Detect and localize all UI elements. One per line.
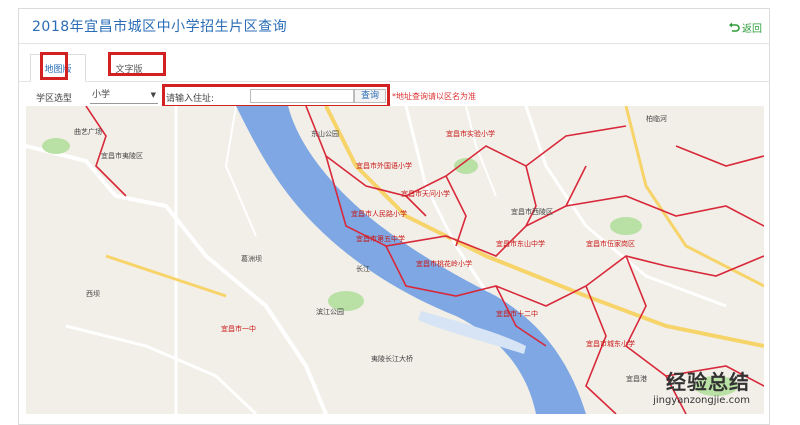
map-label: 宜昌市第五中学	[356, 234, 405, 243]
map-label: 宜昌市外国语小学	[356, 161, 412, 170]
school-stage-select[interactable]: 小学 ▼	[90, 88, 158, 104]
back-button[interactable]: 返回	[728, 20, 762, 35]
school-type-label: 学区选型	[36, 94, 73, 104]
map-label: 宜昌市伍家岗区	[586, 239, 635, 248]
map-label: 宜昌市人民路小学	[351, 209, 407, 218]
watermark: 经验总结 jingyanzongjie.com	[653, 366, 750, 406]
school-stage-value: 小学	[92, 90, 111, 100]
chevron-down-icon: ▼	[150, 91, 156, 99]
map-label: 宜昌港	[626, 374, 647, 383]
address-label: 请输入住址:	[166, 94, 215, 104]
tab-map-version[interactable]: 地图版	[30, 54, 86, 82]
map-label: 夷陵长江大桥	[371, 354, 413, 363]
district-map[interactable]: 曲艺广场 宜昌市夷陵区 东山公园 宜昌市实验小学 宜昌市外国语小学 宜昌市天问小…	[26, 106, 764, 414]
query-button[interactable]: 查询	[354, 89, 386, 103]
map-label: 葛洲坝	[241, 254, 262, 263]
map-label: 宜昌市夷陵区	[101, 151, 143, 160]
map-label: 宜昌市实验小学	[446, 129, 495, 138]
watermark-url: jingyanzongjie.com	[653, 395, 750, 406]
page-title: 2018年宜昌市城区中小学招生片区查询	[32, 19, 288, 35]
watermark-title: 经验总结	[666, 370, 750, 394]
tab-bar: 地图版 文字版	[18, 50, 770, 82]
map-label: 宜昌市十二中	[496, 309, 538, 318]
map-label: 滨江公园	[316, 307, 344, 316]
map-label: 宜昌市一中	[221, 324, 256, 333]
tab-text-version[interactable]: 文字版	[98, 54, 160, 82]
map-label: 西坝	[86, 289, 100, 298]
back-icon	[729, 22, 740, 32]
map-label: 宜昌市城东小学	[586, 339, 635, 348]
map-label: 东山公园	[311, 129, 339, 138]
map-label: 宜昌市桃花岭小学	[416, 259, 472, 268]
filter-bar: 学区选型 小学 ▼ 请输入住址: 查询 *地址查询请以区名为准	[18, 86, 770, 106]
header: 2018年宜昌市城区中小学招生片区查询 返回	[18, 8, 770, 44]
map-label: 宜昌市西陵区	[511, 207, 553, 216]
map-label: 曲艺广场	[74, 127, 102, 136]
query-note: *地址查询请以区名为准	[392, 92, 476, 101]
address-input[interactable]	[250, 89, 354, 103]
map-label: 宜昌市天问小学	[401, 189, 450, 198]
back-label: 返回	[742, 24, 762, 35]
map-label: 长江	[356, 264, 370, 273]
map-label: 柏临河	[646, 114, 667, 123]
map-label: 宜昌市东山中学	[496, 239, 545, 248]
